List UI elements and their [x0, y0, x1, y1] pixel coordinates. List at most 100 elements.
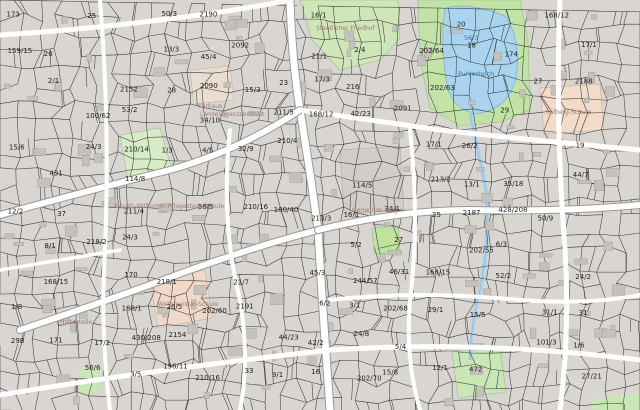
building-footprint	[192, 215, 206, 222]
building-footprint	[611, 284, 625, 296]
building-footprint	[522, 273, 536, 279]
parcel-number-label: 33	[245, 367, 254, 375]
building-footprint	[76, 267, 88, 271]
building-footprint	[4, 233, 15, 240]
building-footprint	[468, 99, 476, 105]
parcel-number-label: 17/3	[314, 75, 330, 83]
parcel-number-label: 16	[311, 368, 320, 376]
parcel-number-label: 2092	[231, 42, 249, 50]
building-footprint	[346, 49, 352, 57]
parcel-number-label: 37	[57, 210, 66, 218]
parcel-number-label: 202/68	[383, 304, 408, 312]
building-footprint	[476, 167, 485, 172]
parcel-number-label: 12/1	[432, 364, 448, 372]
building-footprint	[328, 322, 334, 332]
building-footprint	[392, 25, 398, 33]
building-footprint	[502, 197, 513, 206]
parcel-number-label: 44/23	[279, 334, 299, 342]
parcel-number-label: 174	[505, 51, 519, 59]
parcel-number-label: 15/5	[470, 311, 486, 319]
parcel-number-label: 35/18	[503, 180, 523, 188]
building-footprint	[530, 327, 537, 339]
parcel-number-label: 8/1	[44, 242, 55, 250]
parcel-number-label: 202/60	[202, 307, 227, 315]
building-footprint	[577, 179, 592, 184]
building-footprint	[533, 152, 542, 157]
parcel-number-label: 431	[49, 169, 62, 177]
parcel-number-label: 2188	[575, 77, 593, 85]
parcel-number-label: 24/2	[575, 273, 591, 281]
building-footprint	[187, 323, 198, 334]
building-footprint	[42, 305, 52, 314]
poi-label-school: Wehrmeister-Schule	[158, 301, 218, 308]
building-footprint	[39, 222, 47, 228]
parcel-number-label: 298	[11, 337, 24, 345]
pond	[442, 5, 518, 115]
building-footprint	[33, 148, 47, 156]
building-footprint	[236, 35, 243, 41]
building-footprint	[591, 14, 597, 20]
building-footprint	[605, 86, 615, 97]
building-footprint	[369, 97, 376, 106]
parcel-number-label: 13/1	[464, 180, 480, 188]
parcel-number-label: 26/2	[462, 142, 478, 150]
parcel-number-label: 159/15	[8, 47, 33, 55]
building-footprint	[426, 162, 434, 171]
parcel-number-label: 13/3	[164, 45, 180, 53]
parcel-number-label: 24/3	[86, 143, 102, 151]
parcel-number-label: 2152	[120, 85, 138, 93]
parcel-number-label: 1/3	[162, 146, 173, 154]
parcel-number-label: 168/12	[544, 11, 569, 19]
building-footprint	[4, 83, 11, 89]
poi-label-community-path: Gemeinde-Weg	[352, 207, 398, 214]
map-canvas[interactable]: 2092 202/60 202/63 202/64 2091 202/70 202/68 20…	[0, 0, 640, 410]
building-footprint	[493, 52, 502, 62]
parcel-number-label: 114/5	[352, 181, 372, 189]
parcel-number-label: 21/1	[311, 52, 327, 60]
building-footprint	[392, 138, 400, 145]
building-footprint	[538, 363, 549, 368]
poi-label-finance-center: Landesfinanzzentrum	[200, 111, 265, 118]
parcel-number-label: 428/208	[498, 206, 527, 214]
parcel-number-label: 31/1	[542, 309, 558, 317]
building-footprint	[193, 285, 207, 295]
building-footprint	[13, 242, 24, 246]
poi-label-salberg-school: Salberg-Schule	[546, 109, 591, 116]
building-footprint	[204, 392, 210, 399]
parcel-number-label: 12/2	[8, 207, 24, 215]
building-footprint	[174, 59, 188, 65]
parcel-number-label: 46/31	[389, 268, 409, 276]
parcel-number-label: 29/1	[428, 306, 444, 314]
parcel-number-label: 16/1	[311, 11, 327, 19]
building-footprint	[539, 253, 553, 258]
building-footprint	[228, 15, 241, 20]
parcel-number-label: 53/2	[122, 106, 138, 114]
building-footprint	[605, 168, 620, 177]
pond-name-label: Pulverteich	[458, 70, 494, 78]
building-footprint	[506, 125, 515, 129]
building-footprint	[417, 55, 426, 67]
parcel-number-label: 168/15	[426, 268, 451, 276]
parcel-number-label: 244/57	[353, 277, 378, 285]
building-footprint	[550, 85, 556, 96]
building-footprint	[584, 98, 590, 103]
building-footprint	[27, 96, 39, 101]
parcel-number-label: 173	[7, 11, 20, 19]
building-footprint	[289, 172, 302, 183]
parcel-number-label: 52/2	[496, 272, 512, 280]
building-footprint	[451, 29, 463, 34]
parcel-number-label: 24/8	[354, 330, 370, 338]
parcel-number-label: 202/55	[469, 246, 494, 254]
parcel-number-label: 3/1	[349, 301, 360, 309]
parcel-number-label: 5/2	[350, 241, 361, 249]
parcel-number-label: 17/1	[581, 41, 597, 49]
parcel-number-label: 196/11	[163, 362, 188, 370]
parcel-number-label: 18	[467, 41, 476, 49]
parcel-number-label: 9/1	[272, 371, 283, 379]
building-footprint	[270, 293, 284, 305]
parcel-number-label: 213/2	[431, 176, 451, 184]
parcel-number-label: 56/6	[85, 364, 101, 372]
poi-label-kurhaus: Kurhaus	[198, 103, 222, 110]
building-footprint	[481, 193, 493, 203]
poi-label-stop: Haltestelle	[60, 319, 92, 326]
